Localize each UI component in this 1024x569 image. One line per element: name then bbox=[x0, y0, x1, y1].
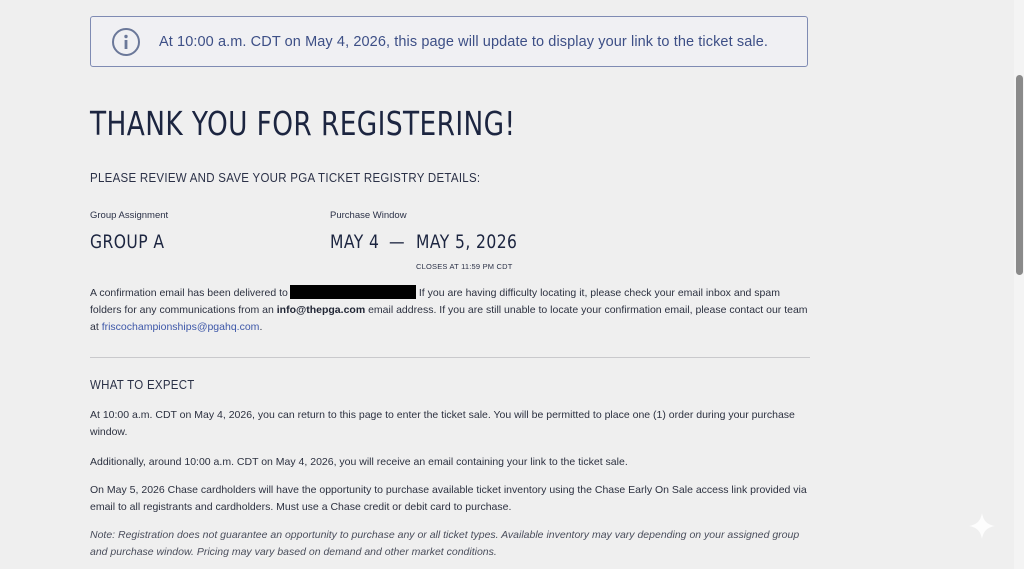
purchase-window-end: MAY 5, 2026 bbox=[416, 231, 518, 253]
expect-paragraph-3: On May 5, 2026 Chase cardholders will ha… bbox=[90, 484, 807, 513]
purchase-window-label: Purchase Window bbox=[330, 210, 407, 221]
contact-email-link[interactable]: friscochampionships@pgahq.com bbox=[102, 321, 260, 333]
sparkle-icon bbox=[969, 513, 995, 539]
info-banner-text: At 10:00 a.m. CDT on May 4, 2026, this p… bbox=[159, 33, 768, 50]
purchase-window-closes: CLOSES AT 11:59 PM CDT bbox=[416, 262, 513, 271]
what-to-expect-heading: WHAT TO EXPECT bbox=[90, 378, 195, 392]
group-assignment-label: Group Assignment bbox=[90, 210, 169, 221]
scrollbar-thumb[interactable] bbox=[1016, 75, 1023, 275]
confirmation-paragraph: A confirmation email has been delivered … bbox=[90, 285, 810, 336]
info-icon bbox=[112, 27, 140, 56]
registration-note: Note: Registration does not guarantee an… bbox=[90, 529, 800, 558]
confirmation-text-1: A confirmation email has been delivered … bbox=[90, 287, 288, 299]
info-email: info@thepga.com bbox=[276, 304, 366, 316]
page-title: THANK YOU FOR REGISTERING! bbox=[90, 104, 516, 143]
redacted-email bbox=[289, 285, 416, 299]
expect-paragraph-1: At 10:00 a.m. CDT on May 4, 2026, you ca… bbox=[90, 409, 795, 438]
confirmation-text-4: . bbox=[259, 321, 263, 333]
page: At 10:00 a.m. CDT on May 4, 2026, this p… bbox=[0, 0, 1024, 569]
purchase-window-dash: — bbox=[389, 231, 405, 253]
scrollbar[interactable] bbox=[1014, 0, 1024, 569]
expect-paragraph-2: Additionally, around 10:00 a.m. CDT on M… bbox=[90, 456, 628, 468]
registry-details-heading: PLEASE REVIEW AND SAVE YOUR PGA TICKET R… bbox=[90, 171, 481, 185]
info-banner: At 10:00 a.m. CDT on May 4, 2026, this p… bbox=[90, 16, 808, 67]
purchase-window-start: MAY 4 bbox=[330, 231, 380, 253]
section-divider bbox=[90, 357, 810, 358]
group-assignment-value: GROUP A bbox=[90, 231, 165, 253]
